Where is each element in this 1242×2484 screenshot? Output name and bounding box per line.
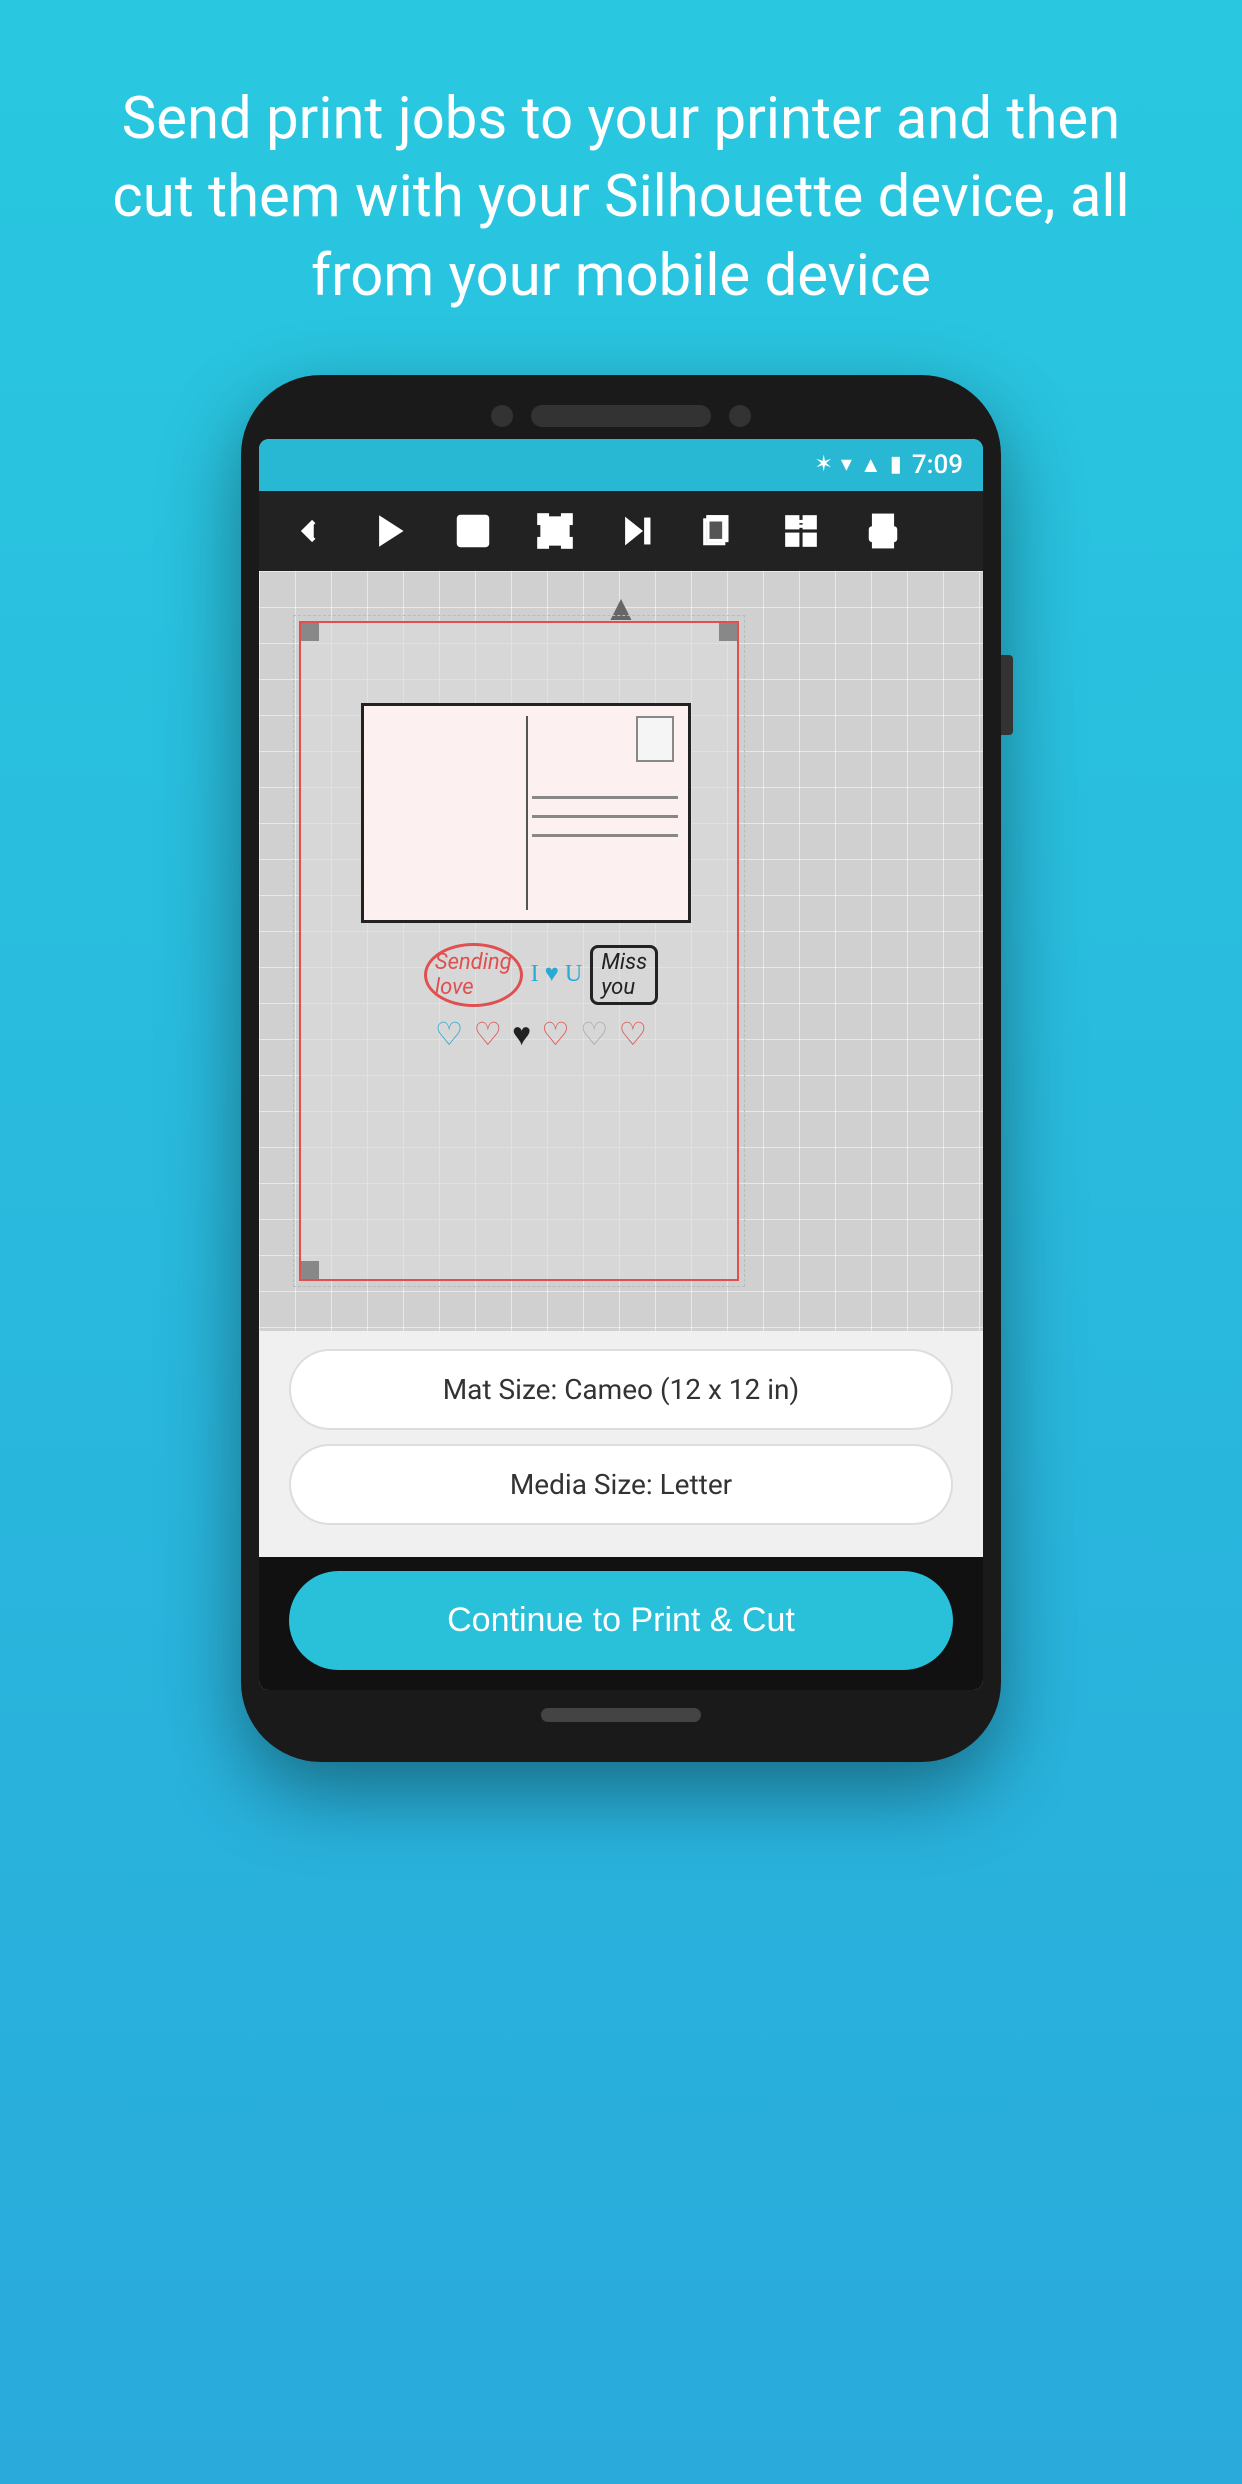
status-time: 7:09 — [912, 450, 963, 480]
resize-button[interactable] — [515, 496, 595, 566]
stickers-area: Sendinglove I ♥ U Missyou ♡ ♡ ♥ ♡ ♡ ♡ — [351, 943, 731, 1053]
cut-button[interactable] — [597, 496, 677, 566]
select-rect-button[interactable] — [433, 496, 513, 566]
postcard-element[interactable] — [361, 703, 691, 923]
postcard-divider — [526, 716, 528, 910]
heart-blue: ♡ — [435, 1015, 464, 1053]
design-area: Sendinglove I ♥ U Missyou ♡ ♡ ♥ ♡ ♡ ♡ — [299, 621, 739, 1281]
status-bar: ✶ ▾ ▲ ▮ 7:09 — [259, 439, 983, 491]
signal-icon: ▲ — [860, 452, 882, 478]
phone-screen: ✶ ▾ ▲ ▮ 7:09 — [259, 439, 983, 1690]
mat-size-button[interactable]: Mat Size: Cameo (12 x 12 in) — [289, 1349, 953, 1430]
canvas-area: ▲ — [259, 571, 983, 1331]
back-button[interactable] — [269, 496, 349, 566]
phone-home-bar — [259, 1708, 983, 1722]
bottom-controls: Mat Size: Cameo (12 x 12 in) Media Size:… — [259, 1331, 983, 1557]
settings-button[interactable] — [761, 496, 841, 566]
side-button — [1001, 655, 1013, 735]
media-size-button[interactable]: Media Size: Letter — [289, 1444, 953, 1525]
heart-gray: ♡ — [580, 1015, 609, 1053]
corner-handle-tl[interactable] — [301, 623, 319, 641]
corner-handle-tr[interactable] — [719, 623, 737, 641]
heart-red-3: ♡ — [619, 1015, 648, 1053]
home-indicator[interactable] — [541, 1708, 701, 1722]
corner-handle-bl[interactable] — [301, 1261, 319, 1279]
hero-text: Send print jobs to your printer and then… — [0, 0, 1242, 375]
phone-top — [259, 405, 983, 427]
heart-black: ♥ — [512, 1015, 531, 1053]
front-camera — [491, 405, 513, 427]
postcard-lines — [532, 796, 678, 837]
status-icons: ✶ ▾ ▲ ▮ — [814, 452, 901, 478]
play-button[interactable] — [351, 496, 431, 566]
front-sensor — [729, 405, 751, 427]
phone-bottom-bar: Continue to Print & Cut — [259, 1557, 983, 1690]
postcard-stamp — [636, 716, 674, 762]
heart-red-2: ♡ — [541, 1015, 570, 1053]
sticker-i-love-u[interactable]: I ♥ U — [531, 961, 583, 988]
sticker-row-text: Sendinglove I ♥ U Missyou — [424, 943, 658, 1007]
battery-icon: ▮ — [890, 452, 902, 477]
layers-button[interactable] — [679, 496, 759, 566]
continue-print-cut-button[interactable]: Continue to Print & Cut — [289, 1571, 953, 1670]
sticker-miss-you[interactable]: Missyou — [590, 945, 658, 1005]
bluetooth-icon: ✶ — [814, 452, 832, 477]
sticker-row-hearts: ♡ ♡ ♥ ♡ ♡ ♡ — [435, 1015, 647, 1053]
print-button[interactable] — [843, 496, 923, 566]
phone-speaker — [531, 405, 711, 427]
heart-red-1: ♡ — [473, 1015, 502, 1053]
phone-device: ✶ ▾ ▲ ▮ 7:09 — [241, 375, 1001, 1762]
wifi-icon: ▾ — [841, 452, 852, 477]
sticker-sending-love[interactable]: Sendinglove — [424, 943, 523, 1007]
app-toolbar — [259, 491, 983, 571]
